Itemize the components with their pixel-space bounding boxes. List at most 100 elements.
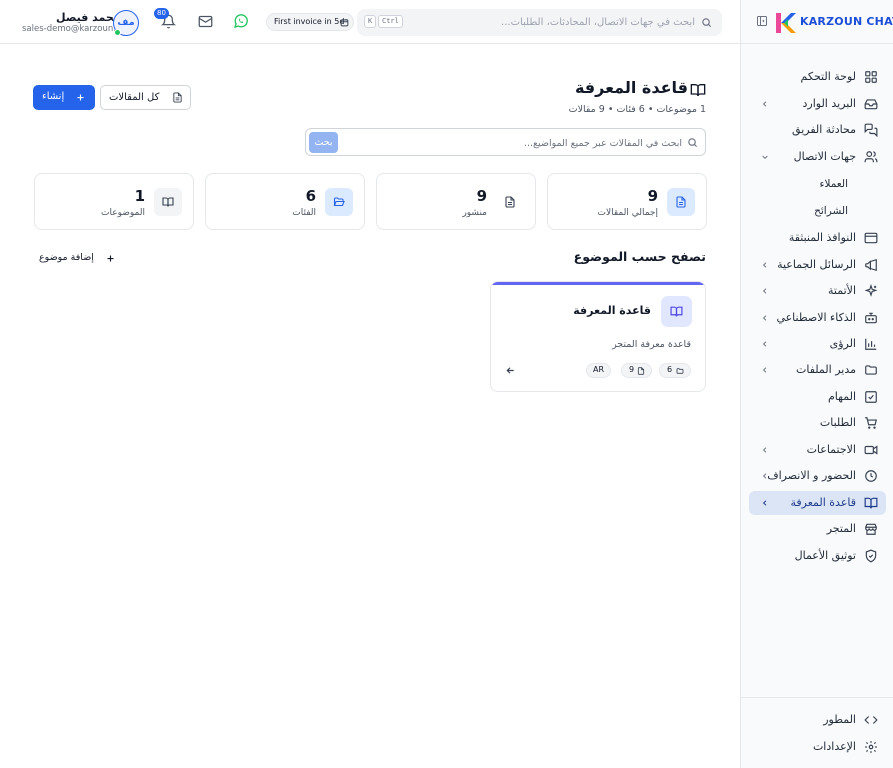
arrow-left-icon[interactable] — [505, 365, 516, 376]
topic-accent-bar — [491, 282, 705, 285]
folder-open-icon — [325, 188, 353, 216]
all-articles-button[interactable]: كل المقالات — [100, 85, 191, 110]
sidebar: KARZOUN CHAT لوحة التحكم البريد الوارد م… — [740, 0, 893, 768]
invoice-reminder-text: First invoice in 5d — [274, 17, 345, 26]
sidebar-item-label: قاعدة المعرفة — [790, 496, 856, 509]
user-name: محمد فيصل — [56, 11, 121, 24]
add-topic-button[interactable]: إضافة موضوع — [36, 252, 120, 266]
browse-section-title: تصفح حسب الموضوع — [573, 249, 706, 264]
article-search: بحث — [305, 128, 706, 156]
sidebar-item-automation[interactable]: الأتمتة — [749, 279, 886, 303]
stat-value: 9 — [476, 187, 487, 205]
sidebar-item-orders[interactable]: الطلبات — [749, 411, 886, 435]
article-search-button[interactable]: بحث — [309, 132, 338, 153]
sidebar-item-attendance[interactable]: الحضور و الانصراف — [749, 464, 886, 488]
clock-icon — [864, 469, 878, 483]
contacts-icon — [864, 150, 878, 164]
sidebar-item-broadcasts[interactable]: الرسائل الجماعية — [749, 253, 886, 277]
chevron-left-icon — [761, 314, 769, 322]
sidebar-item-label: الذكاء الاصطناعي — [776, 311, 856, 324]
stat-label: الموضوعات — [101, 208, 145, 218]
sidebar-item-inbox[interactable]: البريد الوارد — [749, 92, 886, 116]
sidebar-item-insights[interactable]: الرؤى — [749, 332, 886, 356]
brand-name: KARZOUN CHAT — [800, 15, 893, 28]
sidebar-item-ai[interactable]: الذكاء الاصطناعي — [749, 306, 886, 330]
chevron-left-icon — [761, 100, 769, 108]
all-articles-label: كل المقالات — [109, 92, 160, 103]
chevron-left-icon — [761, 446, 769, 454]
article-search-input[interactable] — [344, 135, 682, 151]
sidebar-item-label: الرؤى — [829, 337, 856, 350]
dashboard-icon — [864, 70, 878, 84]
language-code: AR — [593, 365, 605, 374]
folder-icon — [676, 368, 684, 374]
invoice-reminder-pill[interactable]: First invoice in 5d — [266, 13, 354, 31]
sidebar-divider — [741, 697, 893, 698]
plus-icon — [106, 254, 115, 263]
whatsapp-icon[interactable] — [233, 13, 249, 29]
sidebar-item-label: الإعدادات — [812, 740, 856, 753]
topic-card[interactable]: قاعدة المعرفة قاعدة معرفة المتجر 6 9 AR — [490, 281, 706, 392]
stat-card-total-articles: 9 إجمالي المقالات — [547, 173, 707, 230]
sidebar-item-label: محادثة الفريق — [792, 123, 856, 136]
sidebar-collapse-icon[interactable] — [756, 15, 768, 27]
notification-badge: 80 — [154, 8, 169, 19]
page-subtitle: 1 موضوعات • 6 فئات • 9 مقالات — [568, 104, 706, 115]
chevron-left-icon — [761, 287, 769, 295]
search-icon — [701, 17, 712, 28]
sidebar-item-label: توثيق الأعمال — [794, 549, 856, 562]
code-icon — [864, 713, 878, 727]
popup-icon — [864, 231, 878, 245]
stat-label: إجمالي المقالات — [597, 208, 658, 218]
sidebar-item-label: النوافذ المنبثقة — [788, 231, 856, 244]
book-icon — [154, 188, 182, 216]
calendar-icon — [340, 18, 349, 27]
chevron-left-icon — [761, 261, 769, 269]
mail-icon[interactable] — [198, 14, 213, 29]
chart-icon — [864, 337, 878, 351]
sidebar-item-label: المطور — [823, 713, 856, 726]
sidebar-item-settings[interactable]: الإعدادات — [749, 735, 886, 759]
topic-article-count: 9 — [621, 363, 652, 378]
shortcut-key-k: K — [364, 15, 377, 28]
stat-value: 1 — [134, 187, 145, 205]
sidebar-item-label: لوحة التحكم — [800, 70, 856, 83]
sidebar-item-label: مدير الملفات — [796, 363, 856, 376]
global-search-input[interactable] — [417, 14, 695, 31]
sidebar-item-team-chat[interactable]: محادثة الفريق — [749, 118, 886, 142]
global-search[interactable]: K Ctrl — [357, 9, 722, 36]
create-button-label: إنشاء — [42, 91, 65, 102]
sidebar-item-popups[interactable]: النوافذ المنبثقة — [749, 226, 886, 250]
shortcut-key-ctrl: Ctrl — [378, 15, 403, 28]
sidebar-item-label: جهات الاتصال — [793, 150, 856, 163]
stat-card-topics: 1 الموضوعات — [34, 173, 194, 230]
sidebar-item-dashboard[interactable]: لوحة التحكم — [749, 65, 886, 89]
sidebar-item-tasks[interactable]: المهام — [749, 385, 886, 409]
sidebar-item-contacts[interactable]: جهات الاتصال — [749, 145, 886, 169]
topic-folder-count: 6 — [659, 363, 691, 378]
sidebar-item-segments[interactable]: الشرائح — [749, 200, 886, 224]
document-icon — [667, 188, 695, 216]
bot-icon — [864, 311, 878, 325]
document-icon — [637, 367, 645, 375]
sidebar-item-business-verification[interactable]: توثيق الأعمال — [749, 544, 886, 568]
chevron-left-icon — [761, 472, 769, 480]
store-icon — [864, 522, 878, 536]
sidebar-item-label: الرسائل الجماعية — [777, 258, 856, 271]
gear-icon — [864, 740, 878, 754]
plus-icon — [76, 93, 85, 102]
user-email: sales-demo@karzoun... — [22, 24, 122, 34]
sparkles-icon — [864, 284, 878, 298]
sidebar-item-developer[interactable]: المطور — [749, 708, 886, 732]
sidebar-item-label: البريد الوارد — [802, 97, 857, 110]
sidebar-item-file-manager[interactable]: مدير الملفات — [749, 358, 886, 382]
book-icon — [864, 496, 878, 510]
stat-value: 9 — [647, 187, 658, 205]
book-icon — [690, 82, 706, 98]
sidebar-item-customers[interactable]: العملاء — [749, 173, 886, 197]
sidebar-item-meetings[interactable]: الاجتماعات — [749, 438, 886, 462]
sidebar-item-knowledge-base[interactable]: قاعدة المعرفة — [749, 491, 886, 515]
create-button[interactable]: إنشاء — [33, 85, 95, 110]
chevron-left-icon — [761, 499, 769, 507]
sidebar-item-store[interactable]: المتجر — [749, 517, 886, 541]
